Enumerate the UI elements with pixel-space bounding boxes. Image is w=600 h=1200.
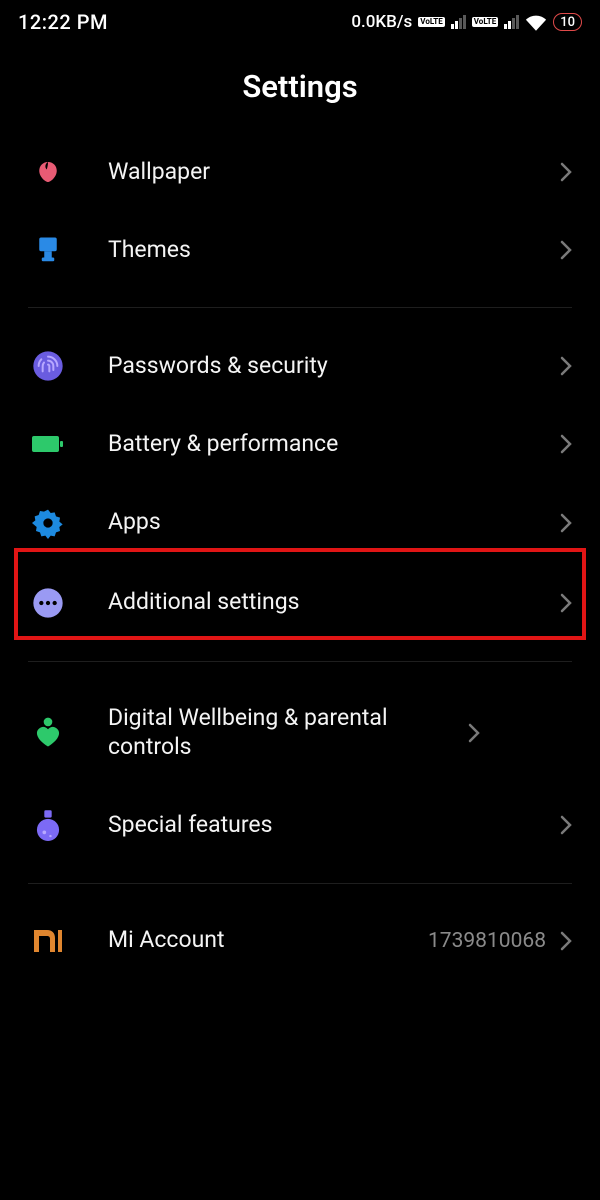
- chevron-right-icon: [560, 240, 572, 260]
- gear-icon: [28, 507, 68, 539]
- battery-icon: 10: [553, 13, 582, 31]
- row-label: Passwords & security: [108, 352, 560, 381]
- battery-icon: [28, 433, 68, 455]
- chevron-right-icon: [560, 513, 572, 533]
- wallpaper-icon: [28, 157, 68, 187]
- chevron-right-icon: [560, 593, 572, 613]
- wifi-icon: [525, 14, 547, 31]
- volte-badge-2: VoLTE: [472, 17, 498, 27]
- row-label: Mi Account: [108, 926, 428, 955]
- chevron-right-icon: [560, 356, 572, 376]
- signal-icon-1: [451, 15, 466, 29]
- row-special-features[interactable]: Special features: [0, 785, 600, 865]
- row-label: Themes: [108, 236, 560, 265]
- row-passwords-security[interactable]: Passwords & security: [0, 326, 600, 406]
- chevron-right-icon: [560, 815, 572, 835]
- volte-badge-1: VoLTE: [418, 17, 444, 27]
- row-additional-settings[interactable]: Additional settings: [0, 563, 600, 643]
- row-themes[interactable]: Themes: [0, 211, 600, 289]
- row-label: Additional settings: [108, 588, 560, 617]
- divider: [28, 883, 572, 884]
- flask-icon: [28, 809, 68, 841]
- status-bar: 12:22 PM 0.0KB/s VoLTE VoLTE 10: [0, 0, 600, 40]
- row-label: Battery & performance: [108, 430, 560, 459]
- wellbeing-icon: [28, 717, 68, 749]
- status-time: 12:22 PM: [18, 10, 108, 34]
- chevron-right-icon: [560, 931, 572, 951]
- row-label: Digital Wellbeing & parental controls: [108, 704, 468, 762]
- row-label: Special features: [108, 811, 560, 840]
- row-value: 1739810068: [428, 929, 546, 953]
- chevron-right-icon: [468, 723, 480, 743]
- row-mi-account[interactable]: Mi Account 1739810068: [0, 902, 600, 979]
- divider: [28, 307, 572, 308]
- fingerprint-icon: [28, 350, 68, 382]
- row-label: Apps: [108, 508, 560, 537]
- row-label: Wallpaper: [108, 158, 560, 187]
- row-digital-wellbeing[interactable]: Digital Wellbeing & parental controls: [0, 680, 600, 786]
- themes-icon: [28, 235, 68, 265]
- chevron-right-icon: [560, 434, 572, 454]
- row-apps[interactable]: Apps: [0, 483, 600, 563]
- status-right-cluster: 0.0KB/s VoLTE VoLTE 10: [351, 12, 582, 32]
- page-title: Settings: [0, 68, 600, 105]
- signal-icon-2: [504, 15, 519, 29]
- mi-logo-icon: [28, 928, 68, 954]
- chevron-right-icon: [560, 162, 572, 182]
- row-wallpaper[interactable]: Wallpaper: [0, 133, 600, 211]
- settings-list: Wallpaper Themes Passwords & security Ba…: [0, 133, 600, 979]
- divider: [28, 661, 572, 662]
- net-speed: 0.0KB/s: [351, 12, 412, 32]
- row-battery-performance[interactable]: Battery & performance: [0, 406, 600, 483]
- more-icon: [28, 587, 68, 619]
